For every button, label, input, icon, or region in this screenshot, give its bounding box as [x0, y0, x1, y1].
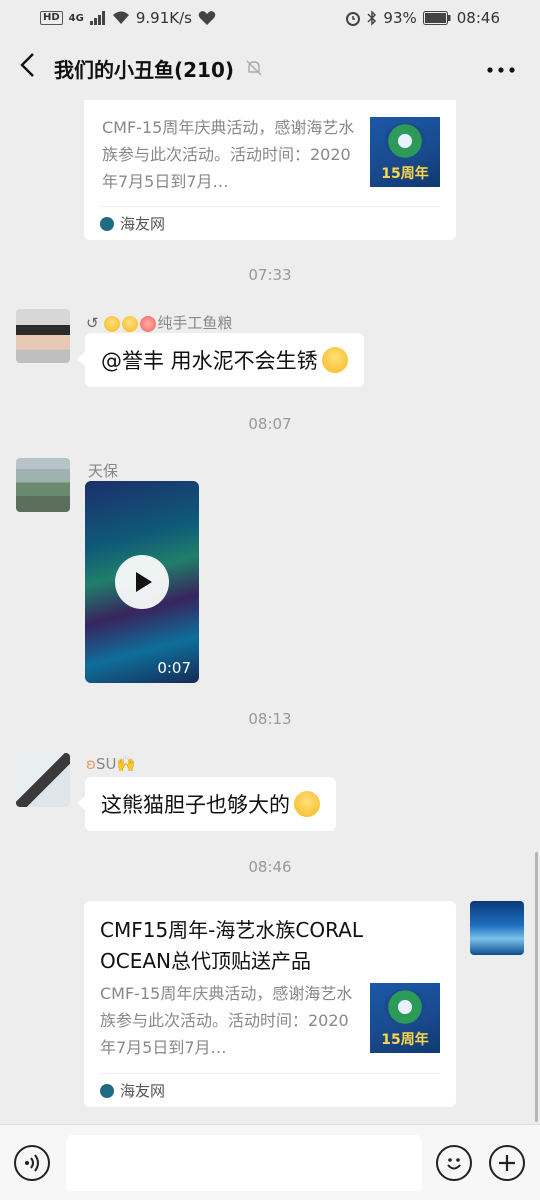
emoji-icon[interactable]: [436, 1145, 472, 1181]
card-source: 海友网: [100, 206, 440, 240]
card-source: 海友网: [100, 1073, 440, 1107]
network-speed: 9.91K/s: [135, 9, 192, 27]
battery-icon: [422, 11, 451, 25]
wings-emoji-icon: ʚ: [86, 755, 96, 773]
video-message[interactable]: 0:07: [85, 481, 199, 683]
network-icon: 4G: [68, 12, 84, 24]
input-bar: [0, 1124, 540, 1200]
timestamp: 08:13: [248, 710, 292, 728]
fish-logo-icon: [384, 123, 426, 159]
laughing-emoji-icon: [321, 347, 348, 373]
message-bubble[interactable]: 这熊猫胆子也够大的: [77, 777, 336, 831]
sender-name: ʚSU🙌: [86, 755, 136, 773]
emoji-icon: [122, 315, 139, 332]
play-icon[interactable]: [115, 555, 169, 609]
emoji-decor-icon: ↺: [86, 314, 104, 332]
status-left: HD 4G 9.91K/s: [40, 9, 216, 27]
link-card-bottom[interactable]: CMF15周年-海艺水族CORAL OCEAN总代顶贴送产品 CMF-15周年庆…: [84, 901, 456, 1107]
source-icon: [100, 1083, 114, 1098]
wifi-icon: [112, 11, 129, 24]
source-icon: [100, 216, 114, 231]
sender-name: 天保: [88, 462, 119, 480]
hands-emoji-icon: 🙌: [116, 755, 136, 773]
alarm-icon: [346, 12, 361, 26]
heart-icon: [198, 11, 216, 25]
grinning-emoji-icon: [294, 791, 320, 817]
thumbnail-caption: 15周年: [381, 1032, 429, 1048]
scrollbar[interactable]: [535, 852, 538, 1122]
plus-icon[interactable]: [489, 1145, 525, 1181]
emoji-icon: [104, 315, 121, 332]
timestamp: 07:33: [248, 266, 292, 284]
avatar[interactable]: [16, 309, 70, 363]
chat-header: 我们的小丑鱼(210): [0, 36, 540, 100]
bluetooth-icon: [367, 10, 377, 26]
message-input[interactable]: [66, 1135, 422, 1191]
battery-percent: 93%: [383, 9, 417, 27]
status-time: 08:46: [456, 9, 500, 27]
more-icon[interactable]: [486, 56, 516, 76]
message-text: @誉丰 用水泥不会生锈: [101, 349, 318, 373]
link-card-top[interactable]: CMF-15周年庆典活动，感谢海艺水族参与此次活动。活动时间：2020年7月5日…: [84, 100, 456, 240]
timestamp: 08:46: [248, 858, 292, 876]
back-icon[interactable]: [18, 51, 54, 86]
thumbnail-caption: 15周年: [381, 166, 429, 182]
status-bar: HD 4G 9.91K/s 93% 08:46: [0, 0, 540, 36]
video-duration: 0:07: [157, 659, 191, 677]
my-avatar[interactable]: [470, 901, 524, 955]
fish-logo-icon: [384, 989, 426, 1025]
chat-messages[interactable]: CMF-15周年庆典活动，感谢海艺水族参与此次活动。活动时间：2020年7月5日…: [0, 100, 540, 1124]
card-source-label: 海友网: [120, 215, 166, 233]
status-right: 93% 08:46: [345, 9, 500, 27]
card-source-label: 海友网: [120, 1082, 166, 1100]
card-thumbnail: 15周年: [370, 117, 440, 187]
card-thumbnail: 15周年: [370, 983, 440, 1053]
sender-name: ↺ 纯手工鱼粮: [86, 314, 233, 332]
card-description: CMF-15周年庆典活动，感谢海艺水族参与此次活动。活动时间：2020年7月5日…: [100, 984, 353, 1057]
card-title: CMF15周年-海艺水族CORAL OCEAN总代顶贴送产品: [100, 918, 364, 973]
hd-badge: HD: [40, 11, 63, 25]
card-description: CMF-15周年庆典活动，感谢海艺水族参与此次活动。活动时间：2020年7月5日…: [102, 118, 355, 191]
chat-title: 我们的小丑鱼(210): [54, 57, 235, 82]
message-text: 这熊猫胆子也够大的: [101, 793, 290, 817]
voice-icon[interactable]: [14, 1145, 50, 1181]
avatar[interactable]: [16, 753, 70, 807]
timestamp: 08:07: [248, 415, 292, 433]
emoji-icon: [140, 315, 157, 332]
message-bubble[interactable]: @誉丰 用水泥不会生锈: [77, 333, 364, 387]
signal-icon: [89, 11, 105, 25]
mute-bell-icon: [246, 60, 262, 76]
avatar[interactable]: [16, 458, 70, 512]
